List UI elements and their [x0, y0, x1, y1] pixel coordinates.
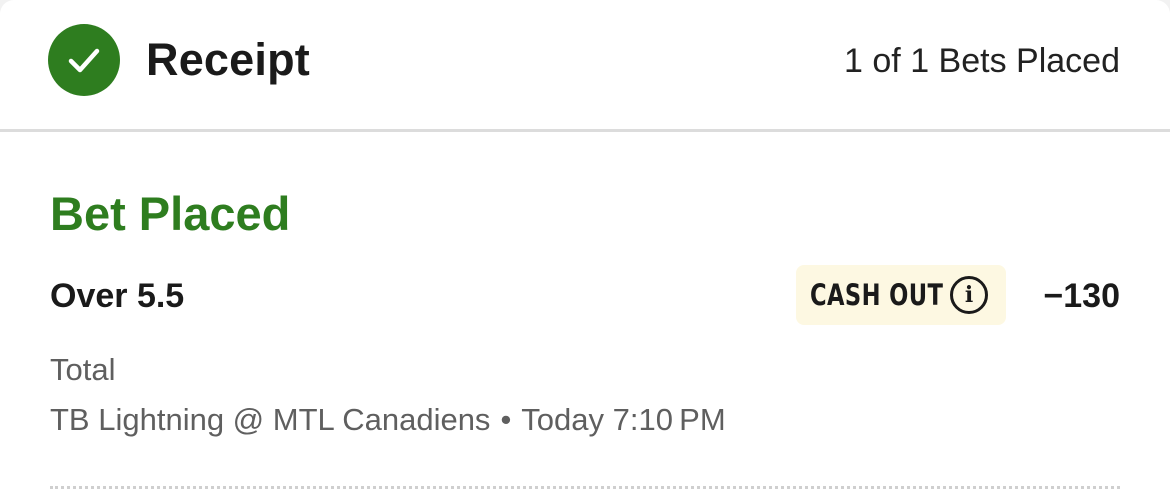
event-start-time: Today 7:10 PM [521, 402, 726, 437]
page-title: Receipt [146, 34, 310, 85]
bet-market-type: Total [50, 352, 116, 387]
info-icon[interactable]: i [950, 276, 988, 314]
event-matchup: TB Lightning @ MTL Canadiens [50, 402, 491, 437]
receipt-card: Receipt 1 of 1 Bets Placed Bet Placed Ov… [0, 0, 1170, 491]
checkmark-glyph [68, 48, 100, 73]
separator-dot: • [500, 402, 512, 437]
bet-status-label: Bet Placed [50, 187, 291, 240]
cash-out-button[interactable]: CASH OUT i [796, 265, 1006, 325]
bets-placed-count: 1 of 1 Bets Placed [844, 42, 1120, 80]
check-circle-icon [48, 24, 120, 96]
bet-odds: −130 [1043, 277, 1120, 315]
event-details: TB Lightning @ MTL Canadiens • Today 7:10 … [50, 402, 726, 438]
cash-out-label: CASH OUT [810, 278, 944, 312]
dotted-divider [50, 486, 1120, 489]
receipt-header: Receipt 1 of 1 Bets Placed [0, 0, 1170, 132]
bet-selection: Over 5.5 [50, 277, 185, 315]
